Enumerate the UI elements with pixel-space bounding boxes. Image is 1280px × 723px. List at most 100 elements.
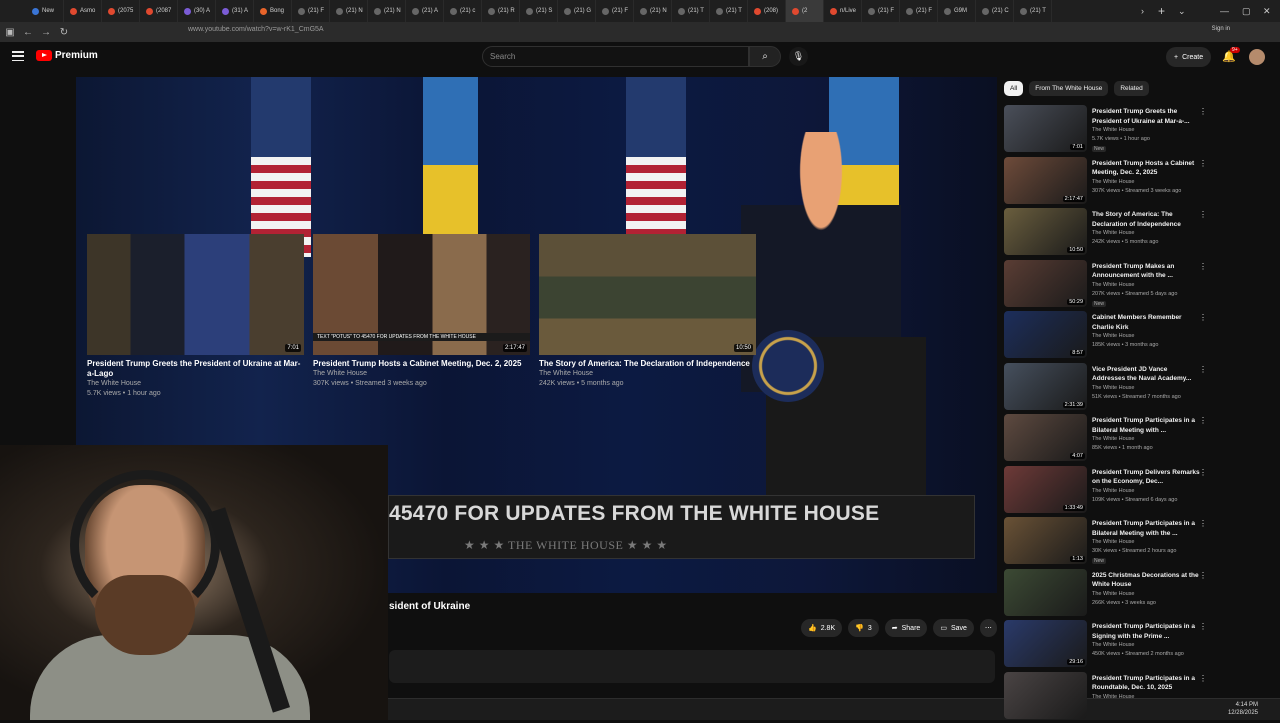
kebab-menu-icon[interactable]: ⋮ <box>1199 571 1207 580</box>
tab-scroll-icon[interactable]: › <box>1141 0 1144 22</box>
tab-label: n/Live <box>840 8 856 14</box>
browser-tab[interactable]: (21) G <box>558 0 596 22</box>
kebab-menu-icon[interactable]: ⋮ <box>1199 365 1207 374</box>
browser-tab[interactable]: Bong <box>254 0 292 22</box>
create-button[interactable]: +Create <box>1166 47 1211 67</box>
more-actions-icon[interactable]: ⋯ <box>980 619 997 637</box>
tab-label: G9M <box>954 8 967 14</box>
kebab-menu-icon[interactable]: ⋮ <box>1199 674 1207 683</box>
kebab-menu-icon[interactable]: ⋮ <box>1199 416 1207 425</box>
tab-favicon-icon <box>678 8 685 15</box>
kebab-menu-icon[interactable]: ⋮ <box>1199 262 1207 271</box>
browser-tab[interactable]: (21) T <box>1014 0 1052 22</box>
kebab-menu-icon[interactable]: ⋮ <box>1199 519 1207 528</box>
like-button[interactable]: 👍2.8K <box>801 619 842 637</box>
tab-list-icon[interactable]: ⌄ <box>1178 0 1186 22</box>
search-input[interactable]: Search <box>482 46 749 67</box>
browser-tab[interactable]: (21) T <box>672 0 710 22</box>
chip-related[interactable]: Related <box>1114 81 1148 96</box>
youtube-play-icon <box>36 50 52 61</box>
browser-tab[interactable]: (21) F <box>900 0 938 22</box>
url-field[interactable]: www.youtube.com/watch?v=w-rK1_CmG5A <box>188 26 324 33</box>
browser-tab[interactable]: (31) A <box>216 0 254 22</box>
browser-tab[interactable]: (21) R <box>482 0 520 22</box>
browser-tab[interactable]: (21) A <box>406 0 444 22</box>
recommended-video[interactable]: 4:07President Trump Participates in a Bi… <box>1004 414 1210 466</box>
browser-tab[interactable]: (21) N <box>368 0 406 22</box>
tab-label: (21) G <box>574 8 591 14</box>
end-card-meta: 5.7K views • 1 hour ago <box>87 389 304 399</box>
browser-tab[interactable]: (2075 <box>102 0 140 22</box>
browser-tab[interactable]: (21) C <box>976 0 1014 22</box>
banner-subtext: ★ ★ ★ THE WHITE HOUSE ★ ★ ★ <box>464 538 668 553</box>
search-icon[interactable]: ⌕ <box>749 46 781 67</box>
browser-tab[interactable]: (21) F <box>596 0 634 22</box>
save-button[interactable]: ▭Save <box>933 619 974 637</box>
channel-name: The White House <box>1092 179 1135 185</box>
browser-tab[interactable]: (21) S <box>520 0 558 22</box>
recommended-video[interactable]: 1:13President Trump Participates in a Bi… <box>1004 517 1210 569</box>
youtube-premium-logo[interactable]: Premium <box>36 50 98 61</box>
kebab-menu-icon[interactable]: ⋮ <box>1199 159 1207 168</box>
video-thumbnail: 7:01 <box>1004 105 1087 152</box>
chip-from-the-white-house[interactable]: From The White House <box>1029 81 1108 96</box>
browser-tab[interactable]: n/Live <box>824 0 862 22</box>
browser-tab[interactable]: (21) F <box>292 0 330 22</box>
account-avatar[interactable] <box>1249 49 1265 65</box>
kebab-menu-icon[interactable]: ⋮ <box>1199 468 1207 477</box>
share-button[interactable]: ➦Share <box>885 619 928 637</box>
recommended-video[interactable]: 1:33:49President Trump Delivers Remarks … <box>1004 466 1210 518</box>
recommended-video[interactable]: 2025 Christmas Decorations at the White … <box>1004 569 1210 621</box>
end-card[interactable]: 7:01 President Trump Greets the Presiden… <box>87 234 304 399</box>
kebab-menu-icon[interactable]: ⋮ <box>1199 622 1207 631</box>
description-box[interactable] <box>389 650 995 683</box>
browser-tab[interactable]: (208) <box>748 0 786 22</box>
video-title: sident of Ukraine <box>389 601 470 612</box>
browser-tab[interactable]: (2 <box>786 0 824 22</box>
chip-all[interactable]: All <box>1004 81 1023 96</box>
browser-tab[interactable]: Asmo <box>64 0 102 22</box>
recommended-video[interactable]: 2:31:39Vice President JD Vance Addresses… <box>1004 363 1210 415</box>
microphone-icon[interactable]: 🎙 <box>789 47 808 66</box>
sign-in-button[interactable]: Sign in <box>1212 26 1230 32</box>
recommended-video[interactable]: 50:29President Trump Makes an Announceme… <box>1004 260 1210 312</box>
recommended-video[interactable]: President Trump Participates in a Roundt… <box>1004 672 1210 723</box>
browser-tab[interactable]: New <box>26 0 64 22</box>
dislike-button[interactable]: 👎3 <box>848 619 879 637</box>
forward-button[interactable]: → <box>38 24 54 40</box>
back-button[interactable]: ← <box>20 24 36 40</box>
video-thumbnail: 10:50 <box>1004 208 1087 255</box>
close-window-button[interactable]: ✕ <box>1263 0 1271 22</box>
kebab-menu-icon[interactable]: ⋮ <box>1199 107 1207 116</box>
recommended-video[interactable]: 29:16President Trump Participates in a S… <box>1004 620 1210 672</box>
end-card[interactable]: 10:50 The Story of America: The Declarat… <box>539 234 756 399</box>
browser-tab[interactable]: (21) N <box>634 0 672 22</box>
browser-tab[interactable]: (21) c <box>444 0 482 22</box>
thumbs-down-icon: 👎 <box>855 624 864 632</box>
duration-badge: 7:01 <box>285 344 301 352</box>
reload-button[interactable]: ↻ <box>56 24 72 40</box>
browser-tab[interactable]: (30) A <box>178 0 216 22</box>
duration-badge: 2:31:39 <box>1063 402 1085 408</box>
browser-tab[interactable]: G9M <box>938 0 976 22</box>
browser-tab[interactable]: (21) N <box>330 0 368 22</box>
like-count: 2.8K <box>821 625 835 632</box>
minimize-button[interactable]: — <box>1220 0 1229 22</box>
system-clock[interactable]: 4:14 PM 12/28/2025 <box>1228 701 1258 717</box>
end-card[interactable]: TEXT "POTUS" TO 45470 FOR UPDATES FROM T… <box>313 234 530 399</box>
hamburger-menu-icon[interactable] <box>12 51 24 61</box>
recommended-video[interactable]: 2:17:47President Trump Hosts a Cabinet M… <box>1004 157 1210 209</box>
recommended-video[interactable]: 10:50The Story of America: The Declarati… <box>1004 208 1210 260</box>
browser-tab[interactable]: (2087 <box>140 0 178 22</box>
video-stats: 185K views • 3 months ago <box>1092 342 1158 348</box>
browser-tab[interactable]: (21) T <box>710 0 748 22</box>
new-tab-button[interactable]: + <box>1158 0 1165 22</box>
sidebar-toggle-icon[interactable]: ▣ <box>2 24 18 40</box>
new-badge: New <box>1092 558 1106 564</box>
maximize-button[interactable]: ▢ <box>1242 0 1251 22</box>
recommended-video[interactable]: 7:01President Trump Greets the President… <box>1004 105 1210 157</box>
kebab-menu-icon[interactable]: ⋮ <box>1199 313 1207 322</box>
browser-tab[interactable]: (21) F <box>862 0 900 22</box>
recommended-video[interactable]: 8:57Cabinet Members Remember Charlie Kir… <box>1004 311 1210 363</box>
kebab-menu-icon[interactable]: ⋮ <box>1199 210 1207 219</box>
